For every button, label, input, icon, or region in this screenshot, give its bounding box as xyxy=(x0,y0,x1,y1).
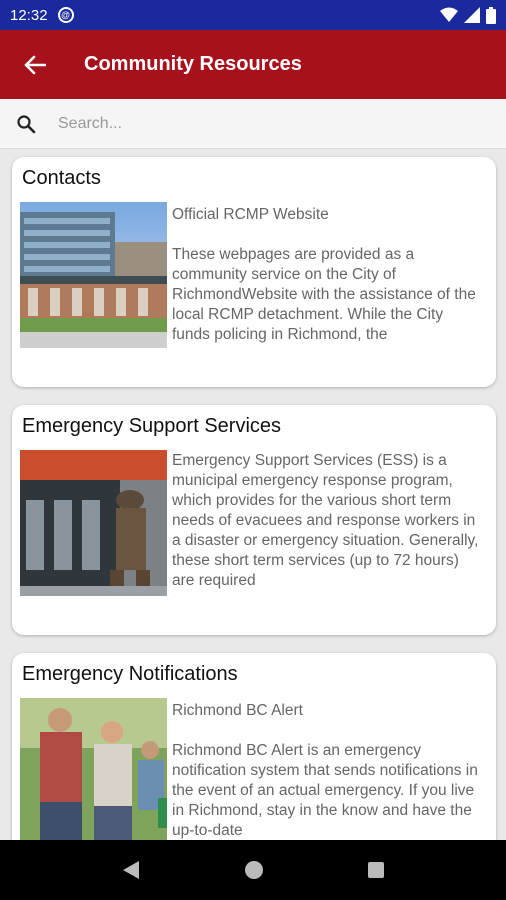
status-time: 12:32 xyxy=(10,6,48,24)
card-image-family xyxy=(20,698,167,840)
card-image-statue xyxy=(20,450,167,596)
card-title: Emergency Support Services xyxy=(22,415,282,437)
resource-card-emergency-notifications[interactable]: Emergency Notifications Richmond BC Aler… xyxy=(12,653,496,840)
search-icon[interactable] xyxy=(0,114,52,134)
card-title: Contacts xyxy=(22,167,101,189)
search-bar xyxy=(0,99,506,149)
card-subtitle: Official RCMP Website xyxy=(172,206,329,223)
search-input[interactable] xyxy=(58,114,478,133)
card-description: Emergency Support Services (ESS) is a mu… xyxy=(172,452,479,589)
card-description: Richmond BC Alert is an emergency notifi… xyxy=(172,742,478,839)
app-bar: Community Resources xyxy=(0,30,506,99)
back-arrow-icon xyxy=(24,55,46,74)
resource-card-contacts[interactable]: Contacts Official RCMP Website These web… xyxy=(12,157,496,387)
page-title: Community Resources xyxy=(84,53,302,75)
home-circle-icon[interactable] xyxy=(244,860,264,880)
back-triangle-icon[interactable] xyxy=(121,859,141,881)
resource-card-emergency-support[interactable]: Emergency Support Services Emergency Sup… xyxy=(12,405,496,635)
card-description: These webpages are provided as a communi… xyxy=(172,246,476,343)
system-nav-bar xyxy=(0,840,506,900)
card-text: Richmond BC Alert Richmond BC Alert is a… xyxy=(172,701,482,840)
resource-list[interactable]: Contacts Official RCMP Website These web… xyxy=(0,149,506,840)
card-text: Emergency Support Services (ESS) is a mu… xyxy=(172,451,482,595)
card-text: Official RCMP Website These webpages are… xyxy=(172,205,482,347)
recents-square-icon[interactable] xyxy=(367,861,385,879)
back-button[interactable] xyxy=(0,30,70,99)
signal-icon xyxy=(464,7,480,23)
card-subtitle: Richmond BC Alert xyxy=(172,702,303,719)
status-bar: 12:32 @ xyxy=(0,0,506,30)
card-image-building xyxy=(20,202,167,348)
wifi-icon xyxy=(440,7,458,22)
battery-icon xyxy=(486,6,496,24)
card-title: Emergency Notifications xyxy=(22,663,238,685)
sync-icon: @ xyxy=(57,7,74,23)
